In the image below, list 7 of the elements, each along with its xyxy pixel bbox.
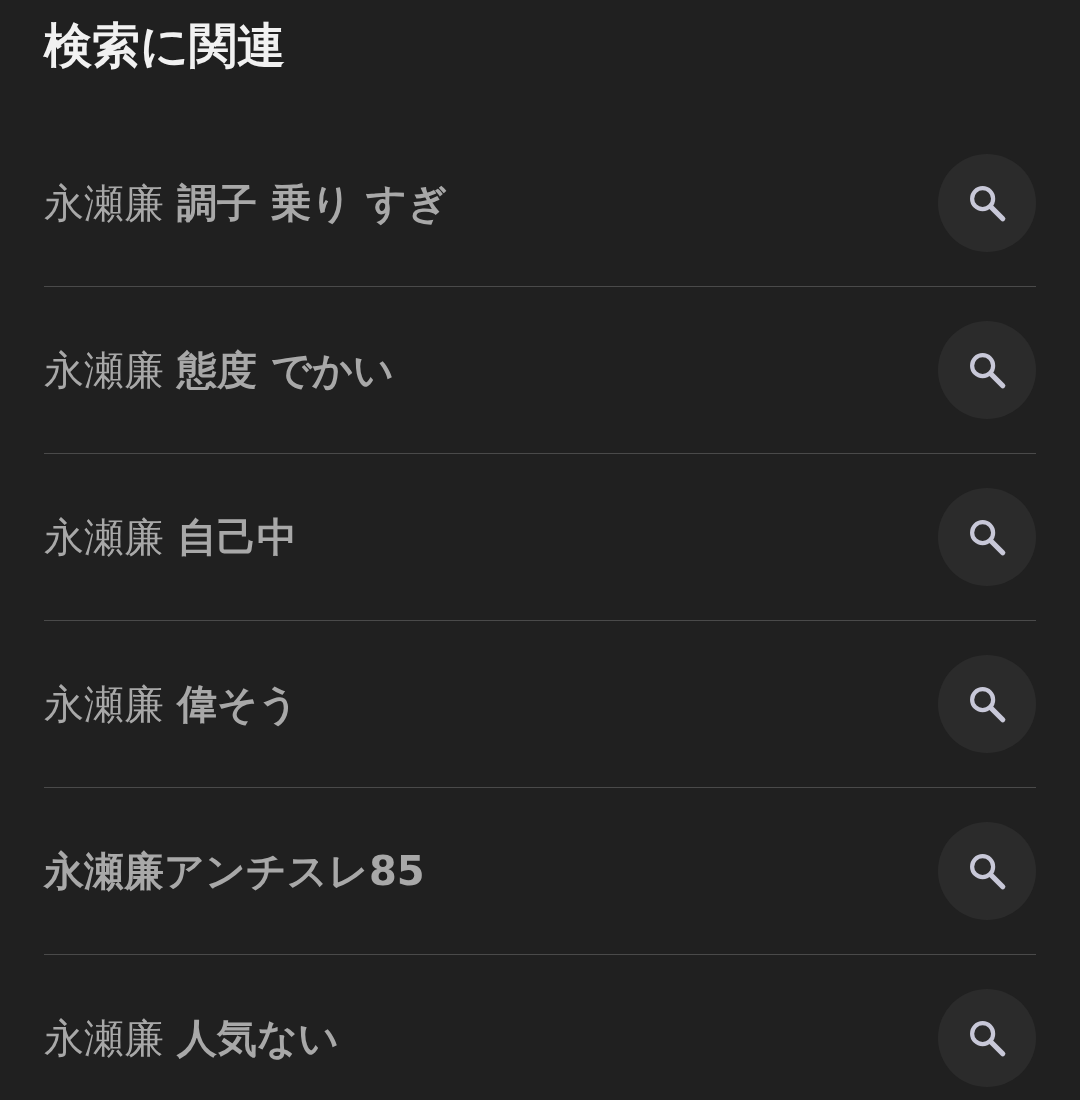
suggestion-text[interactable]: 永瀬廉 自己中	[44, 509, 297, 565]
suggestion-text[interactable]: 永瀬廉 態度 でかい	[44, 342, 394, 398]
suggestion-text[interactable]: 永瀬廉アンチスレ85	[44, 843, 425, 899]
suggestion-text[interactable]: 永瀬廉 偉そう	[44, 676, 299, 732]
suggestion-text[interactable]: 永瀬廉 人気ない	[44, 1010, 339, 1066]
section-title: 検索に関連	[44, 16, 285, 75]
suggestion-text[interactable]: 永瀬廉 調子 乗り すぎ	[44, 175, 448, 231]
